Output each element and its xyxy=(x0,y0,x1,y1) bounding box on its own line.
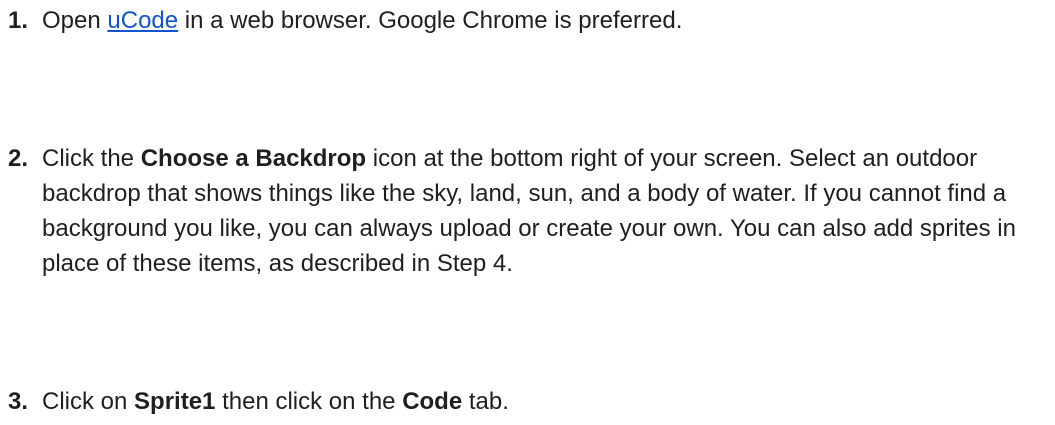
sprite1-label: Sprite1 xyxy=(134,388,216,415)
step-text-segment: tab. xyxy=(462,388,509,415)
step-3: 3. Click on Sprite1 then click on the Co… xyxy=(8,384,1048,419)
step-text: Click on Sprite1 then click on the Code … xyxy=(42,384,1048,419)
step-text-segment: Open xyxy=(42,7,108,34)
step-text-segment: in a web browser. Google Chrome is prefe… xyxy=(178,7,683,34)
ucode-link[interactable]: uCode xyxy=(107,7,178,34)
step-text-segment: Click on xyxy=(42,388,135,415)
step-number: 2. xyxy=(8,145,29,172)
step-number: 3. xyxy=(8,388,29,415)
step-text: Open uCode in a web browser. Google Chro… xyxy=(42,3,1048,38)
step-text-segment: Click the xyxy=(42,145,141,172)
step-2: 2. Click the Choose a Backdrop icon at t… xyxy=(8,141,1048,281)
step-1: 1. Open uCode in a web browser. Google C… xyxy=(8,3,1048,38)
step-text-segment: then click on the xyxy=(215,388,403,415)
code-tab-label: Code xyxy=(402,388,463,415)
step-number: 1. xyxy=(8,7,29,34)
choose-backdrop-label: Choose a Backdrop xyxy=(140,145,367,172)
instruction-document: 1. Open uCode in a web browser. Google C… xyxy=(0,0,1055,425)
step-text: Click the Choose a Backdrop icon at the … xyxy=(42,141,1048,281)
